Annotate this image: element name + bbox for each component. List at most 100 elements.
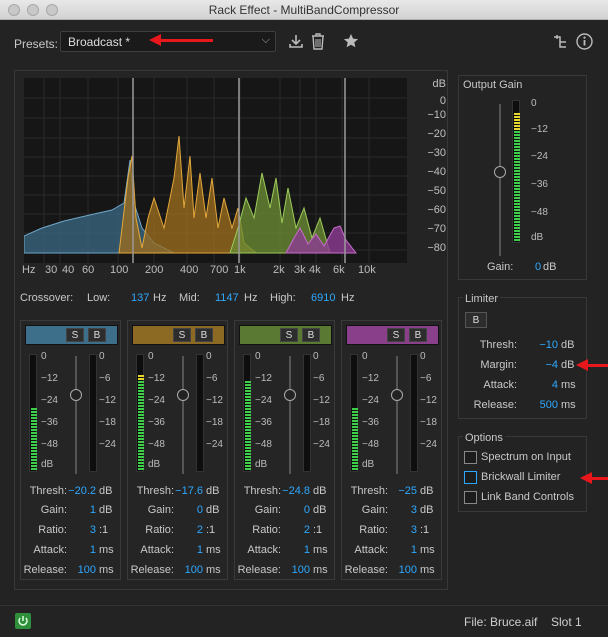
band-header[interactable]: SB (239, 325, 332, 345)
meter-segment (138, 450, 144, 452)
band-ratio-value[interactable]: 2 (197, 524, 203, 536)
band-ratio-value[interactable]: 3 (90, 524, 96, 536)
band-bypass-button[interactable]: B (195, 328, 213, 342)
meter-segment (138, 453, 144, 455)
freq-tick: 60 (82, 264, 95, 276)
meter-segment (514, 161, 520, 163)
band-attack-value[interactable]: 1 (90, 544, 96, 556)
band-ratio-value[interactable]: 2 (304, 524, 310, 536)
meter-segment (514, 203, 520, 205)
threshold-fader-knob[interactable] (284, 389, 296, 401)
band-thresh-value[interactable]: −20.2 (68, 485, 96, 497)
band-solo-button[interactable]: S (280, 328, 298, 342)
band-solo-button[interactable]: S (66, 328, 84, 342)
meter-segment (352, 423, 358, 425)
threshold-fader-track[interactable] (182, 356, 184, 474)
gain-reduction-meter (303, 354, 311, 472)
window-title: Rack Effect - MultiBandCompressor (208, 3, 400, 17)
meter-segment (138, 381, 144, 383)
limiter-thresh-value[interactable]: −10 (539, 339, 558, 351)
routing-icon[interactable] (553, 35, 567, 52)
crossover-mid-value[interactable]: 1147 (215, 292, 239, 304)
threshold-fader-track[interactable] (396, 356, 398, 474)
meter-segment (352, 417, 358, 419)
threshold-fader-track[interactable] (75, 356, 77, 474)
limiter-margin-value[interactable]: −4 (545, 359, 558, 371)
meter-segment (514, 218, 520, 220)
band-1-strip: S B 0 −12 −24 −36 −48 dB 0 −6 −12 −18 −24 Thresh: −20.… (20, 320, 121, 580)
band-bypass-button[interactable]: B (409, 328, 427, 342)
crossover-low-value[interactable]: 137 (131, 292, 149, 304)
band-release-unit: ms (313, 564, 328, 576)
meter-segment (514, 239, 520, 241)
limiter-title: Limiter (463, 293, 501, 305)
band-gain-value[interactable]: 0 (197, 504, 203, 516)
limiter-attack-value[interactable]: 4 (552, 379, 558, 391)
gr-scale-tick: −18 (313, 417, 330, 428)
band-attack-value[interactable]: 1 (197, 544, 203, 556)
spectrum-display[interactable] (24, 78, 407, 263)
band-thresh-value[interactable]: −17.6 (175, 485, 203, 497)
crossover-high-value[interactable]: 6910 (311, 292, 335, 304)
meter-segment (514, 173, 520, 175)
link-band-controls-checkbox[interactable] (464, 491, 477, 504)
band-gain-value[interactable]: 0 (304, 504, 310, 516)
db-tick: −30 (427, 147, 446, 159)
band-attack-label: Attack: (247, 544, 281, 556)
trash-icon[interactable] (311, 33, 325, 53)
output-gain-fader-knob[interactable] (494, 166, 506, 178)
freq-tick: 400 (180, 264, 199, 276)
gain-reduction-meter (89, 354, 97, 472)
band-ratio-label: Ratio: (145, 524, 174, 536)
band-bypass-button[interactable]: B (88, 328, 106, 342)
band-header[interactable]: SB (25, 325, 118, 345)
limiter-release-value[interactable]: 500 (540, 399, 558, 411)
band-thresh-value[interactable]: −25 (398, 485, 417, 497)
band-release-value[interactable]: 100 (292, 564, 310, 576)
band-ratio-label: Ratio: (252, 524, 281, 536)
band-header[interactable]: SB (346, 325, 439, 345)
freq-tick: 30 (45, 264, 58, 276)
gr-scale-tick: −18 (99, 417, 116, 428)
threshold-fader-track[interactable] (289, 356, 291, 474)
band-release-row: Release: 100 ms (128, 564, 227, 578)
annotation-arrow (588, 364, 608, 367)
star-icon[interactable] (343, 33, 359, 52)
output-gain-fader-track[interactable] (499, 104, 501, 256)
band-header[interactable]: SB (132, 325, 225, 345)
band-solo-button[interactable]: S (173, 328, 191, 342)
meter-segment (352, 432, 358, 434)
band-gain-value[interactable]: 3 (411, 504, 417, 516)
output-gain-value[interactable]: 0 (535, 261, 541, 273)
meter-segment (514, 188, 520, 190)
band-attack-value[interactable]: 1 (304, 544, 310, 556)
band-attack-value[interactable]: 1 (411, 544, 417, 556)
meter-segment (31, 414, 37, 416)
threshold-fader-knob[interactable] (70, 389, 82, 401)
band-attack-label: Attack: (140, 544, 174, 556)
band-release-value[interactable]: 100 (185, 564, 203, 576)
info-icon[interactable] (576, 33, 593, 53)
gain-reduction-meter (196, 354, 204, 472)
band-ratio-value[interactable]: 3 (411, 524, 417, 536)
band-attack-row: Attack: 1 ms (128, 544, 227, 558)
meter-scale-tick: dB (41, 459, 54, 470)
crossover-high-unit: Hz (341, 292, 355, 304)
threshold-fader-knob[interactable] (177, 389, 189, 401)
limiter-bypass-button[interactable]: B (465, 312, 487, 328)
band-release-value[interactable]: 100 (399, 564, 417, 576)
band-release-value[interactable]: 100 (78, 564, 96, 576)
band-solo-button[interactable]: S (387, 328, 405, 342)
threshold-fader-knob[interactable] (391, 389, 403, 401)
band-bypass-button[interactable]: B (302, 328, 320, 342)
meter-segment (352, 462, 358, 464)
limiter-margin-row: Margin: −4 dB (459, 359, 586, 373)
download-icon[interactable] (288, 33, 304, 52)
power-icon[interactable] (15, 613, 31, 629)
meter-segment (514, 125, 520, 127)
meter-segment (138, 399, 144, 401)
spectrum-on-input-checkbox[interactable] (464, 451, 477, 464)
band-thresh-value[interactable]: −24.8 (282, 485, 310, 497)
band-gain-value[interactable]: 1 (90, 504, 96, 516)
brickwall-limiter-checkbox[interactable] (464, 471, 477, 484)
